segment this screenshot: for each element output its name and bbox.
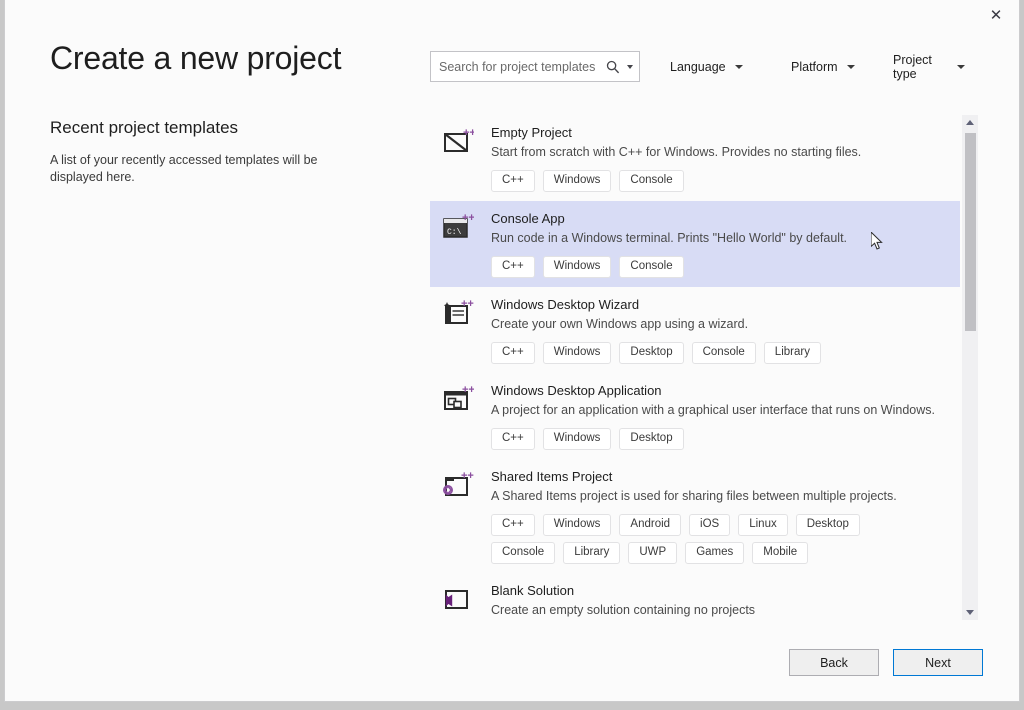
svg-text:++: ++: [462, 384, 474, 396]
filter-bar: Language Platform Project type: [665, 51, 965, 82]
console-app-icon: C:\ ++: [442, 212, 474, 244]
recent-templates-description: A list of your recently accessed templat…: [50, 152, 320, 186]
tag: Windows: [543, 256, 612, 278]
template-list-item[interactable]: ++ Windows Desktop Application A project…: [430, 373, 960, 459]
template-tags: C++ Windows Console: [491, 256, 911, 278]
tag: Console: [619, 170, 683, 192]
tag: UWP: [628, 542, 677, 564]
template-name: Windows Desktop Wizard: [491, 296, 952, 313]
desktop-application-icon: ++: [442, 384, 474, 416]
template-list-item[interactable]: ++ Shared Items Project A Shared Items p…: [430, 459, 960, 573]
tag: Windows: [543, 514, 612, 536]
template-list-item[interactable]: Blank Solution Create an empty solution …: [430, 573, 960, 620]
tag: C++: [491, 514, 535, 536]
chevron-down-icon: [735, 65, 743, 69]
template-list-item-selected[interactable]: C:\ ++ Console App Run code in a Windows…: [430, 201, 960, 287]
template-list[interactable]: ++ Empty Project Start from scratch with…: [430, 115, 960, 620]
template-tags: C++ Windows Android iOS Linux Desktop Co…: [491, 514, 911, 564]
tag: Mobile: [752, 542, 808, 564]
template-name: Blank Solution: [491, 582, 952, 599]
next-button[interactable]: Next: [893, 649, 983, 676]
template-description: A Shared Items project is used for shari…: [491, 488, 952, 505]
tag: Android: [619, 514, 681, 536]
tag: Desktop: [619, 428, 683, 450]
template-tags: C++ Windows Desktop: [491, 428, 911, 450]
tag: Games: [685, 542, 744, 564]
scroll-up-arrow-icon[interactable]: [962, 115, 978, 130]
tag: Windows: [543, 170, 612, 192]
tag: Console: [619, 256, 683, 278]
filter-platform-label: Platform: [791, 60, 838, 74]
scroll-down-arrow-icon[interactable]: [962, 605, 978, 620]
close-icon[interactable]: ✕: [973, 0, 1019, 30]
template-list-item[interactable]: ++ Empty Project Start from scratch with…: [430, 115, 960, 201]
tag: iOS: [689, 514, 730, 536]
filter-language-label: Language: [670, 60, 726, 74]
tag: Desktop: [796, 514, 860, 536]
tag: Library: [764, 342, 821, 364]
chevron-down-icon: [957, 65, 965, 69]
svg-text:++: ++: [462, 212, 474, 224]
filter-platform[interactable]: Platform: [791, 51, 855, 82]
template-description: A project for an application with a grap…: [491, 402, 952, 419]
svg-text:C:\: C:\: [447, 228, 462, 237]
tag: Library: [563, 542, 620, 564]
left-pane: Create a new project Recent project temp…: [50, 38, 410, 186]
template-tags: C++ Windows Console: [491, 170, 911, 192]
template-name: Empty Project: [491, 124, 952, 141]
tag: C++: [491, 256, 535, 278]
chevron-down-icon: [847, 65, 855, 69]
tag: Desktop: [619, 342, 683, 364]
template-description: Create your own Windows app using a wiza…: [491, 316, 952, 333]
template-list-item[interactable]: ++ Windows Desktop Wizard Create your ow…: [430, 287, 960, 373]
scrollbar-thumb[interactable]: [965, 133, 976, 331]
svg-text:++: ++: [461, 298, 474, 310]
template-name: Shared Items Project: [491, 468, 952, 485]
tag: C++: [491, 170, 535, 192]
tag: Windows: [543, 428, 612, 450]
search-icon[interactable]: [606, 60, 624, 74]
back-button[interactable]: Back: [789, 649, 879, 676]
filter-language[interactable]: Language: [670, 51, 743, 82]
filter-project-type[interactable]: Project type: [893, 51, 965, 82]
template-list-scrollbar[interactable]: [962, 115, 978, 620]
tag: C++: [491, 428, 535, 450]
tag: Console: [491, 542, 555, 564]
shared-items-icon: ++: [442, 470, 474, 502]
recent-templates-heading: Recent project templates: [50, 118, 410, 138]
create-project-dialog: ✕ Create a new project Recent project te…: [4, 0, 1020, 702]
dialog-titlebar: ✕: [5, 0, 1019, 32]
tag: Windows: [543, 342, 612, 364]
blank-solution-icon: [442, 584, 474, 616]
desktop-wizard-icon: ++: [442, 298, 474, 330]
empty-project-icon: ++: [442, 126, 474, 158]
page-title: Create a new project: [50, 38, 410, 78]
template-description: Start from scratch with C++ for Windows.…: [491, 144, 952, 161]
template-description: Create an empty solution containing no p…: [491, 602, 952, 619]
template-tags: C++ Windows Desktop Console Library: [491, 342, 911, 364]
template-name: Windows Desktop Application: [491, 382, 952, 399]
tag: Console: [692, 342, 756, 364]
filter-project-type-label: Project type: [893, 53, 948, 81]
svg-text:++: ++: [461, 470, 474, 482]
template-name: Console App: [491, 210, 952, 227]
svg-text:++: ++: [463, 127, 474, 139]
search-dropdown-chevron-down-icon[interactable]: [627, 65, 633, 69]
dialog-footer: Back Next: [5, 631, 1019, 701]
search-box[interactable]: [430, 51, 640, 82]
tag: C++: [491, 342, 535, 364]
search-input[interactable]: [431, 60, 606, 74]
template-description: Run code in a Windows terminal. Prints "…: [491, 230, 952, 247]
tag: Linux: [738, 514, 788, 536]
